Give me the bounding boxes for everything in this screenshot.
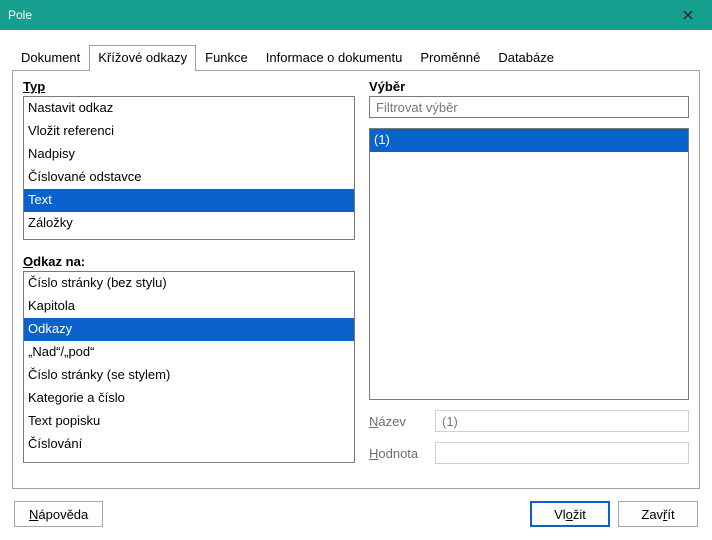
name-label: Název [369,414,427,429]
list-item[interactable]: Kategorie a číslo [24,387,354,410]
tab-krizove-odkazy[interactable]: Křížové odkazy [89,45,196,71]
insert-button[interactable]: Vložit [530,501,610,527]
list-item[interactable]: Číslo stránky (bez stylu) [24,272,354,295]
list-item[interactable]: Číslo stránky (se stylem) [24,364,354,387]
list-item[interactable]: Nadpisy [24,143,354,166]
list-item[interactable]: Text popisku [24,410,354,433]
list-item[interactable]: Kapitola [24,295,354,318]
help-button[interactable]: Nápověda [14,501,103,527]
tab-funkce[interactable]: Funkce [196,45,257,71]
list-item[interactable]: Nastavit odkaz [24,97,354,120]
refer-to-label: Odkaz na: [23,254,355,269]
filter-input[interactable] [369,96,689,118]
type-listbox[interactable]: Nastavit odkaz Vložit referenci Nadpisy … [23,96,355,240]
value-input[interactable] [435,442,689,464]
type-label: Typ [23,79,355,94]
list-item[interactable]: Odkazy [24,318,354,341]
dialog-footer: Nápověda Vložit Zavřít [12,489,700,527]
tab-panel: Typ Nastavit odkaz Vložit referenci Nadp… [12,71,700,489]
list-item[interactable]: Číslované odstavce [24,166,354,189]
close-button[interactable]: Zavřít [618,501,698,527]
name-value: (1) [435,410,689,432]
list-item[interactable]: Vložit referenci [24,120,354,143]
refer-to-listbox[interactable]: Číslo stránky (bez stylu) Kapitola Odkaz… [23,271,355,463]
list-item[interactable]: Text [24,189,354,212]
selection-listbox[interactable]: (1) [369,128,689,400]
tab-databaze[interactable]: Databáze [489,45,563,71]
list-item[interactable]: Záložky [24,212,354,235]
list-item[interactable]: (1) [370,129,688,152]
window-title: Pole [8,8,666,22]
list-item[interactable]: „Nad“/„pod“ [24,341,354,364]
list-item[interactable]: Číslování [24,433,354,456]
titlebar: Pole [0,0,712,30]
value-label: Hodnota [369,446,427,461]
tab-informace[interactable]: Informace o dokumentu [257,45,412,71]
tabstrip: Dokument Křížové odkazy Funkce Informace… [12,44,700,70]
tab-promenne[interactable]: Proměnné [411,45,489,71]
tab-dokument[interactable]: Dokument [12,45,89,71]
close-icon[interactable] [666,0,710,30]
selection-label: Výběr [369,79,689,94]
